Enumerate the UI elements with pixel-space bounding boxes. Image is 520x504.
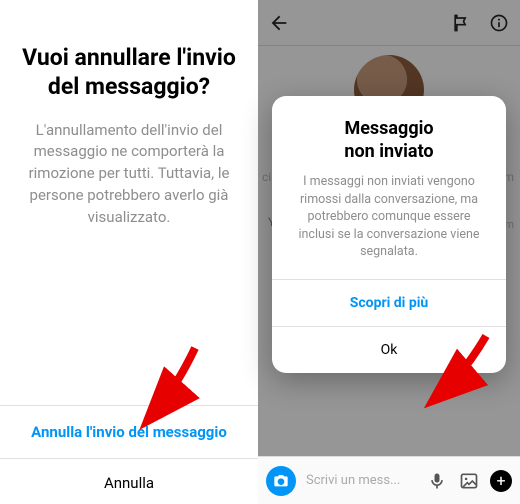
unsend-button[interactable]: Annulla l'invio del messaggio [0,406,258,458]
dialog-title: Messaggio non inviato [272,96,506,167]
chat-screen: cin am You am Messaggio non inviato I me… [258,0,520,504]
unsend-confirm-sheet: Vuoi annullare l'invio del messaggio? L'… [0,0,258,504]
gallery-icon[interactable] [458,470,480,492]
add-button[interactable]: + [490,470,512,492]
cancel-button[interactable]: Annulla [0,459,258,504]
message-unsent-dialog: Messaggio non inviato I messaggi non inv… [272,96,506,373]
message-input[interactable]: Scrivi un mess... [306,466,416,496]
dialog-title: Vuoi annullare l'invio del messaggio? [0,44,258,120]
mic-icon[interactable] [426,470,448,492]
camera-button[interactable] [266,466,296,496]
composer-bar: Scrivi un mess... + [258,456,520,504]
dialog-body: L'annullamento dell'invio del messaggio … [0,120,258,241]
ok-button[interactable]: Ok [272,327,506,373]
learn-more-button[interactable]: Scopri di più [272,280,506,326]
dialog-body: I messaggi non inviati vengono rimossi d… [272,167,506,279]
